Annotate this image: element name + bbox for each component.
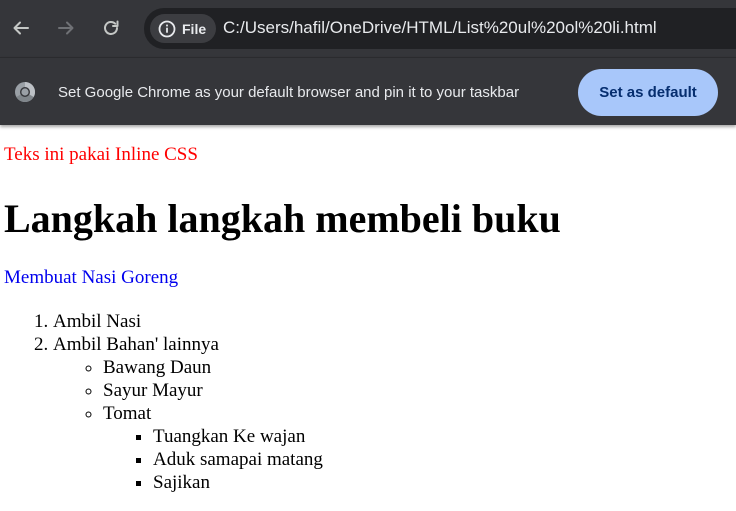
- step-label: Ambil Nasi: [53, 311, 142, 332]
- ingredient-label: Bawang Daun: [103, 357, 212, 378]
- back-arrow-icon: [13, 21, 29, 35]
- list-item: Bawang Daun: [103, 356, 323, 379]
- url-text[interactable]: C:/Users/hafil/OneDrive/HTML/List%20ul%2…: [223, 18, 657, 38]
- site-info-chip[interactable]: File: [150, 14, 217, 43]
- page-heading: Langkah langkah membeli buku: [4, 196, 561, 241]
- info-icon: [158, 20, 176, 37]
- back-button[interactable]: [7, 14, 35, 42]
- list-item: Tuangkan Ke wajan: [153, 425, 323, 448]
- list-item: Ambil Nasi: [53, 310, 323, 333]
- forward-button[interactable]: [52, 14, 80, 42]
- step-label: Ambil Bahan' lainnya: [53, 334, 219, 355]
- page-content: Teks ini pakai Inline CSS Langkah langka…: [0, 125, 736, 511]
- steps-ordered-list: Ambil Nasi Ambil Bahan' lainnya Bawang D…: [0, 310, 323, 494]
- instruction-label: Sajikan: [153, 472, 210, 493]
- instruction-label: Aduk samapai matang: [153, 449, 323, 470]
- nasi-goreng-link[interactable]: Membuat Nasi Goreng: [4, 267, 178, 289]
- list-item: Tomat Tuangkan Ke wajan Aduk samapai mat…: [103, 402, 323, 494]
- reload-button[interactable]: [97, 14, 125, 42]
- ingredient-label: Sayur Mayur: [103, 380, 203, 401]
- instruction-label: Tuangkan Ke wajan: [153, 426, 306, 447]
- ingredient-label: Tomat: [103, 403, 152, 424]
- reload-icon: [104, 20, 119, 35]
- list-item: Aduk samapai matang: [153, 448, 323, 471]
- default-browser-infobar: Set Google Chrome as your default browse…: [0, 57, 736, 125]
- infobar-message: Set Google Chrome as your default browse…: [58, 84, 520, 101]
- list-item: Sajikan: [153, 471, 323, 494]
- forward-arrow-icon: [58, 21, 74, 35]
- chrome-logo-icon: [15, 82, 35, 102]
- site-info-label: File: [182, 20, 207, 37]
- ingredients-list: Bawang Daun Sayur Mayur Tomat Tuangkan K…: [53, 356, 323, 494]
- inline-css-text: Teks ini pakai Inline CSS: [4, 144, 198, 165]
- browser-toolbar: File C:/Users/hafil/OneDrive/HTML/List%2…: [0, 0, 736, 57]
- address-bar[interactable]: File C:/Users/hafil/OneDrive/HTML/List%2…: [144, 8, 736, 49]
- list-item: Ambil Bahan' lainnya Bawang Daun Sayur M…: [53, 333, 323, 494]
- instructions-list: Tuangkan Ke wajan Aduk samapai matang Sa…: [103, 425, 323, 494]
- set-as-default-button[interactable]: Set as default: [578, 69, 718, 116]
- list-item: Sayur Mayur: [103, 379, 323, 402]
